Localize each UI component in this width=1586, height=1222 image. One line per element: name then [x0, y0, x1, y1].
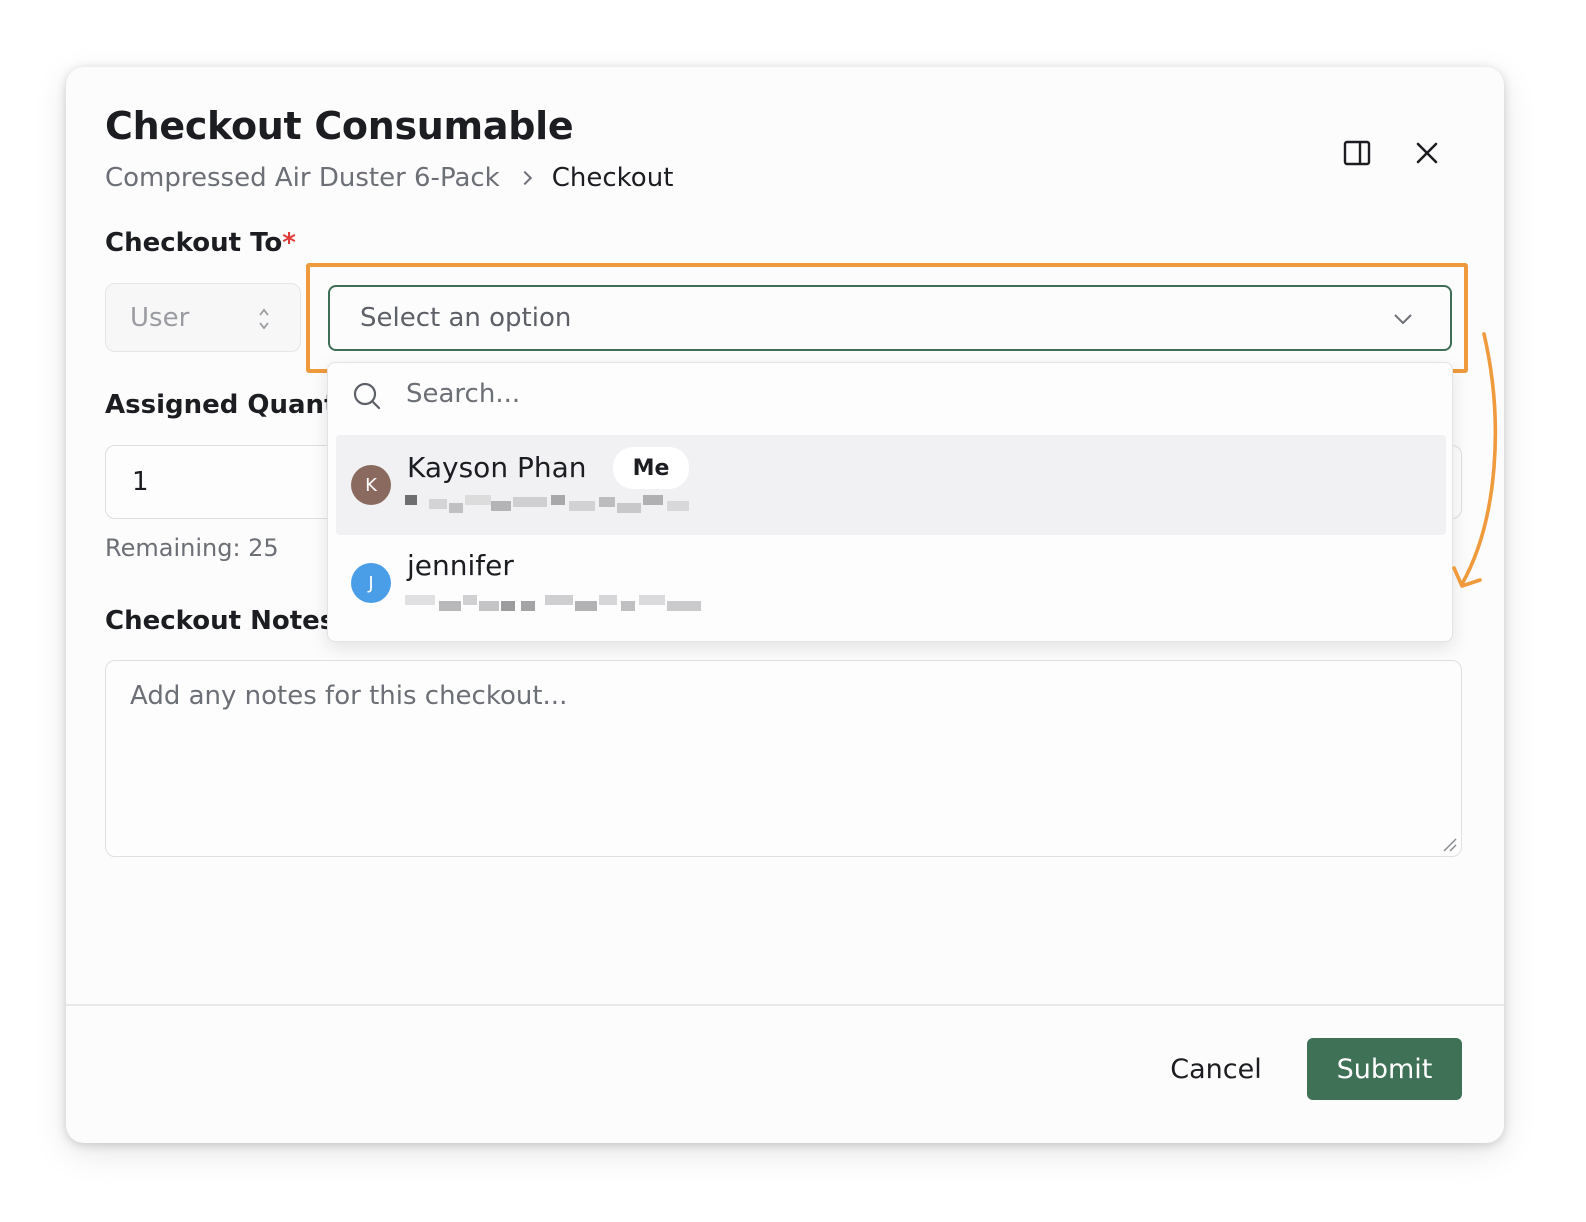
checkout-notes-label: Checkout Notes: [105, 606, 336, 636]
me-badge: Me: [613, 447, 689, 489]
annotation-arrow: [1452, 332, 1498, 588]
redacted-email: [405, 495, 689, 515]
user-name: Kayson Phan: [407, 451, 587, 484]
submit-button[interactable]: Submit: [1307, 1038, 1462, 1100]
avatar: K: [351, 465, 391, 505]
cancel-button[interactable]: Cancel: [1160, 1038, 1272, 1100]
notes-placeholder: Add any notes for this checkout...: [130, 681, 568, 711]
checkout-notes-textarea[interactable]: Add any notes for this checkout...: [105, 660, 1462, 857]
dropdown-search-input[interactable]: Search...: [406, 379, 520, 409]
highlight-annotation: [306, 263, 1468, 373]
checkout-type-value: User: [130, 302, 190, 333]
user-option-jennifer[interactable]: J jennifer: [336, 535, 1446, 635]
breadcrumb: Compressed Air Duster 6-Pack Checkout: [105, 163, 673, 193]
checkout-to-label: Checkout To*: [105, 228, 296, 258]
close-icon[interactable]: [1414, 140, 1440, 166]
panel-toggle-icon[interactable]: [1343, 139, 1371, 167]
resize-handle-icon[interactable]: [1441, 836, 1457, 852]
redacted-email: [405, 595, 701, 615]
updown-chevron-icon: [259, 308, 269, 330]
remaining-count: Remaining: 25: [105, 534, 279, 562]
dialog-title: Checkout Consumable: [105, 104, 574, 148]
chevron-right-icon: [517, 170, 532, 186]
required-mark: *: [282, 228, 296, 258]
quantity-value: 1: [132, 467, 149, 497]
search-icon: [353, 382, 381, 410]
user-name: jennifer: [407, 549, 514, 582]
avatar: J: [351, 563, 391, 603]
footer-divider: [66, 1004, 1504, 1006]
breadcrumb-current: Checkout: [551, 163, 674, 193]
breadcrumb-parent[interactable]: Compressed Air Duster 6-Pack: [105, 163, 500, 193]
user-option-kayson[interactable]: K Kayson Phan Me: [336, 435, 1446, 535]
checkout-type-select[interactable]: User: [105, 283, 301, 352]
user-dropdown: Search... K Kayson Phan Me J jennifer: [327, 362, 1453, 642]
